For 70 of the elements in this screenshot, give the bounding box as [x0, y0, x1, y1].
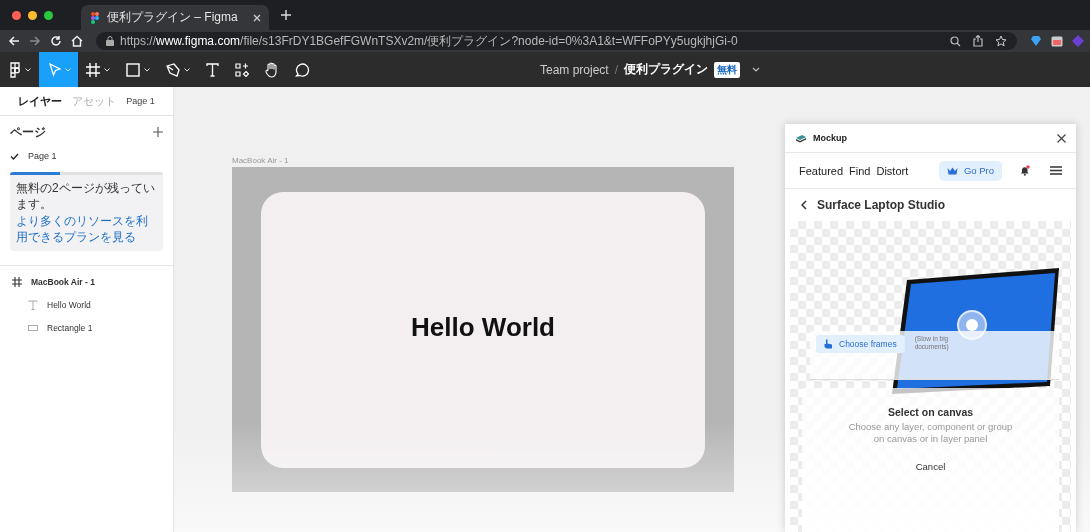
- figma-logo-icon: [9, 61, 21, 78]
- pointing-hand-icon: [824, 339, 833, 349]
- comment-icon: [295, 62, 310, 77]
- panel-tab[interactable]: レイヤー: [18, 93, 63, 109]
- share-icon[interactable]: [973, 35, 983, 47]
- star-icon[interactable]: [995, 35, 1007, 47]
- file-name[interactable]: 便利プラグイン: [624, 61, 709, 78]
- forward-icon[interactable]: [29, 35, 41, 47]
- breadcrumb-separator: /: [614, 62, 619, 77]
- figma-logo-icon: [91, 11, 99, 24]
- caret-icon: [184, 67, 190, 72]
- reload-icon[interactable]: [50, 35, 62, 47]
- new-tab-icon[interactable]: [281, 10, 291, 20]
- rounded-rectangle[interactable]: Hello World: [261, 191, 705, 468]
- macbook-frame[interactable]: Hello World: [232, 167, 734, 492]
- home-icon[interactable]: [71, 35, 83, 47]
- back-icon[interactable]: [801, 200, 807, 210]
- caret-icon: [104, 67, 110, 72]
- zoom-icon[interactable]: [950, 35, 961, 47]
- plan-badge: 無料: [714, 61, 741, 78]
- cancel-button[interactable]: Cancel: [909, 459, 952, 473]
- layer-item[interactable]: Rectangle 1: [0, 316, 173, 340]
- minimize-window-dot[interactable]: [28, 10, 37, 20]
- maximize-window-dot[interactable]: [44, 10, 53, 20]
- frame-icon: [86, 62, 100, 77]
- canvas-text[interactable]: Hello World: [411, 312, 555, 343]
- menu-icon[interactable]: [1050, 166, 1062, 175]
- close-tab-icon[interactable]: [253, 13, 261, 22]
- page-item[interactable]: Page 1: [10, 146, 163, 166]
- close-icon[interactable]: [1057, 133, 1066, 143]
- text-layer-icon: [28, 299, 38, 310]
- notice-text: 無料の2ページが残っています。: [15, 180, 156, 213]
- lock-icon: [106, 36, 114, 46]
- pen-icon: [166, 62, 180, 77]
- page-picker[interactable]: Page 1: [126, 96, 155, 106]
- browser-tab[interactable]: 便利プラグイン – Figma: [81, 5, 269, 30]
- dialog-text: Choose any layer, component or group on canvas or in layer panel: [847, 421, 1014, 446]
- add-icon[interactable]: [153, 127, 163, 137]
- close-window-dot[interactable]: [12, 10, 21, 20]
- pages-heading: ページ: [10, 123, 46, 141]
- layer-item[interactable]: MacBook Air - 1: [0, 270, 173, 294]
- text-tool-icon: [206, 62, 219, 77]
- layer-item[interactable]: Hello World: [0, 293, 173, 317]
- chevron-down-icon[interactable]: [752, 67, 761, 72]
- window-extension-icon[interactable]: [1051, 35, 1063, 47]
- rectangle-layer-icon: [28, 323, 38, 332]
- plugin-nav-tab[interactable]: Featured: [799, 164, 844, 177]
- tab-title: 便利プラグイン – Figma: [107, 9, 239, 26]
- gem-extension-icon[interactable]: [1030, 35, 1042, 47]
- caret-icon: [65, 67, 71, 72]
- caret-icon: [144, 67, 150, 72]
- mockup-logo-icon: [795, 133, 807, 143]
- go-pro-button[interactable]: Go Pro: [939, 160, 1002, 181]
- mockup-heading: Surface Laptop Studio: [817, 198, 945, 212]
- address-field[interactable]: https://www.figma.com/file/s13FrDY1BGefFGWnTSXv2m/便利プラグイン?node-id=0%3A1&t=WFFoPYy5ugkjhjGi-0: [96, 32, 1017, 50]
- dialog-title: Select on canvas: [887, 406, 974, 418]
- plans-link[interactable]: より多くのリソースを利用できるプランを見る: [10, 214, 163, 252]
- notification-bell-icon[interactable]: [1020, 165, 1030, 176]
- rectangle-icon: [126, 62, 140, 77]
- resources-icon: [235, 62, 249, 77]
- choose-frames-button[interactable]: Choose frames: [816, 335, 905, 353]
- pointer-icon: [49, 62, 61, 77]
- plugin-nav-tab[interactable]: Distort: [876, 164, 909, 177]
- project-name[interactable]: Team project: [540, 62, 609, 77]
- caret-icon: [25, 67, 31, 72]
- frame-icon: [12, 276, 22, 287]
- crown-icon: [946, 166, 958, 175]
- plugin-nav-tab[interactable]: Find: [849, 164, 871, 177]
- hand-icon: [265, 61, 279, 78]
- plugin-title: Mockup: [813, 133, 847, 143]
